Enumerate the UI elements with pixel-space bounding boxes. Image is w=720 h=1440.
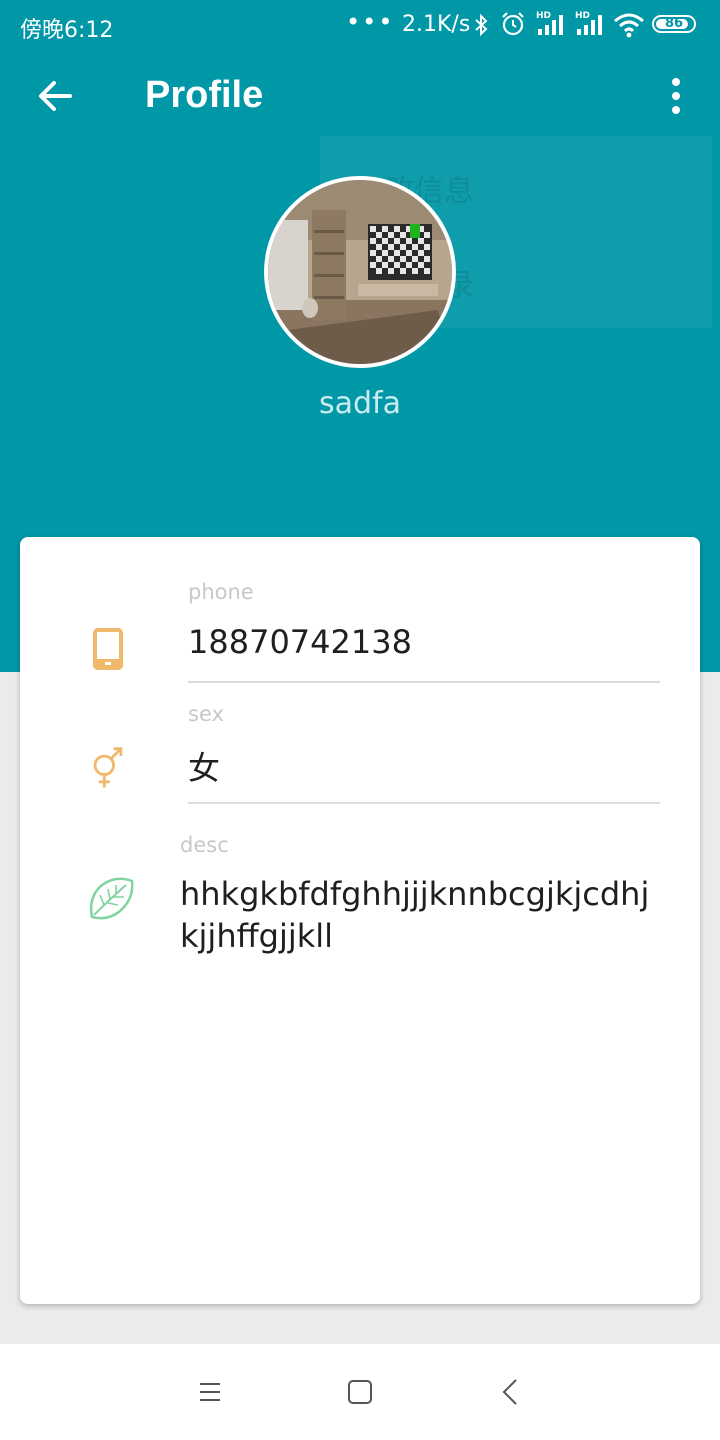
signal-icon-2 bbox=[577, 15, 602, 35]
battery-level: 86 bbox=[664, 16, 684, 31]
bluetooth-icon bbox=[475, 13, 488, 37]
status-bar: 傍晚6:12 ••• 2.1K/s HD HD 86 bbox=[0, 0, 720, 52]
phone-divider bbox=[188, 681, 660, 683]
status-more-dots: ••• bbox=[346, 8, 395, 36]
alarm-icon bbox=[502, 12, 524, 36]
status-time: 傍晚6:12 bbox=[20, 18, 114, 43]
sex-value[interactable]: 女 bbox=[188, 743, 220, 789]
back-icon[interactable] bbox=[494, 1374, 530, 1410]
page-title: Profile bbox=[145, 74, 264, 116]
phone-value[interactable]: 18870742138 bbox=[188, 623, 412, 661]
phone-label: phone bbox=[188, 580, 254, 604]
avatar-room-image bbox=[268, 180, 452, 364]
status-net-speed: 2.1K/s bbox=[402, 12, 471, 37]
wifi-icon bbox=[614, 13, 644, 38]
signal-icon-1 bbox=[538, 15, 563, 35]
sex-divider bbox=[188, 802, 660, 804]
gender-icon bbox=[93, 747, 123, 788]
home-icon[interactable] bbox=[342, 1374, 378, 1410]
avatar[interactable] bbox=[264, 176, 456, 368]
phone-icon bbox=[93, 628, 123, 670]
desc-value[interactable]: hhkgkbfdfghhjjjknnbcgjkjcdhjkjjhffgjjkll bbox=[180, 873, 650, 957]
back-arrow-icon[interactable] bbox=[34, 74, 78, 118]
sex-label: sex bbox=[188, 702, 224, 726]
profile-info-card: phone 18870742138 sex 女 desc hhkgkbfdfgh… bbox=[20, 537, 700, 1304]
leaf-icon bbox=[89, 877, 134, 920]
system-navigation-bar bbox=[0, 1344, 720, 1440]
username: sadfa bbox=[318, 386, 401, 421]
desc-label: desc bbox=[180, 833, 229, 857]
menu-icon[interactable] bbox=[192, 1374, 228, 1410]
battery-icon: 86 bbox=[652, 15, 696, 33]
more-options-icon[interactable] bbox=[656, 74, 696, 118]
